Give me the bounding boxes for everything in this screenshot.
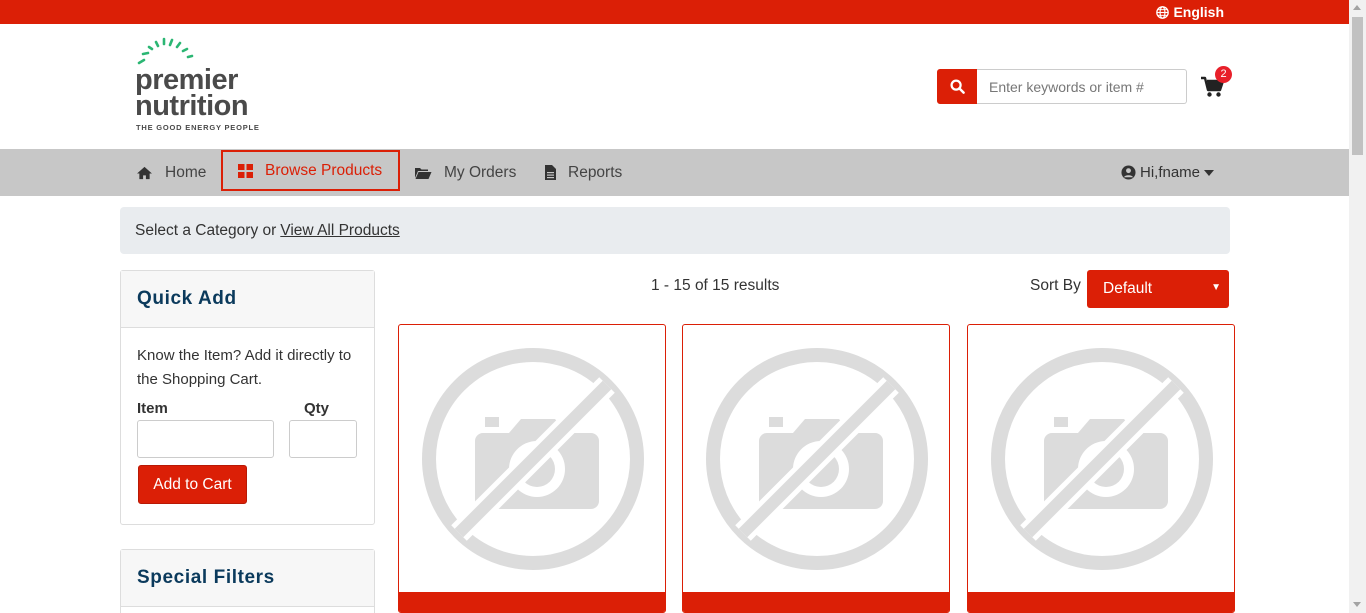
special-filters-panel: Special Filters (120, 549, 375, 613)
main-nav: Home Browse Products My Orders Reports H… (0, 149, 1349, 196)
product-card-footer (968, 592, 1234, 612)
results-count: 1 - 15 of 15 results (651, 277, 780, 294)
cart-count-badge: 2 (1215, 66, 1232, 83)
logo-rays-icon (137, 37, 194, 65)
file-icon (545, 165, 556, 180)
view-all-products-link[interactable]: View All Products (280, 222, 399, 240)
sort-label: Sort By (1030, 277, 1081, 294)
top-bar: English (0, 0, 1349, 24)
search-input[interactable] (977, 69, 1187, 104)
product-card-footer (399, 592, 665, 612)
scrollbar-thumb[interactable] (1352, 17, 1363, 155)
no-image-icon (422, 348, 644, 570)
nav-reports-label: Reports (568, 163, 623, 181)
folder-open-icon (415, 167, 432, 179)
nav-browse-products[interactable]: Browse Products (221, 150, 401, 191)
item-label: Item (137, 400, 168, 417)
logo-tagline: THE GOOD ENERGY PEOPLE (136, 123, 260, 132)
quick-add-title: Quick Add (121, 271, 374, 328)
sort-select[interactable]: Default ▼ (1087, 270, 1229, 308)
nav-my-orders[interactable]: My Orders (414, 149, 516, 196)
logo-text-nutrition: nutrition (135, 90, 249, 122)
cart-button[interactable]: 2 (1200, 66, 1236, 102)
scroll-up-icon[interactable] (1353, 5, 1361, 10)
user-greeting: Hi,fname (1140, 164, 1201, 181)
add-to-cart-button[interactable]: Add to Cart (138, 465, 247, 504)
user-circle-icon (1121, 165, 1136, 180)
nav-home-label: Home (165, 163, 207, 181)
user-menu[interactable]: Hi,fname (1121, 149, 1215, 196)
search-icon (949, 79, 965, 94)
quick-add-panel: Quick Add Know the Item? Add it directly… (120, 270, 375, 525)
header: premier nutrition THE GOOD ENERGY PEOPLE… (0, 24, 1349, 149)
search-bar (937, 69, 1187, 104)
home-icon (137, 166, 152, 179)
sort-selected-value: Default (1103, 280, 1153, 297)
globe-icon (1156, 5, 1170, 19)
product-card-footer (683, 592, 949, 612)
language-label: English (1173, 4, 1224, 20)
no-image-icon (991, 348, 1213, 570)
nav-browse-products-label: Browse Products (265, 161, 383, 179)
special-filters-title[interactable]: Special Filters (121, 550, 374, 607)
category-breadcrumb: Select a Category or View All Products (120, 207, 1230, 254)
product-card[interactable] (967, 324, 1235, 613)
nav-my-orders-label: My Orders (444, 163, 517, 181)
product-card[interactable] (682, 324, 950, 613)
caret-down-icon (1204, 169, 1215, 176)
quick-add-description: Know the Item? Add it directly to the Sh… (137, 347, 352, 388)
nav-home[interactable]: Home (136, 149, 206, 196)
brand-logo[interactable]: premier nutrition THE GOOD ENERGY PEOPLE (135, 36, 275, 136)
qty-label: Qty (304, 400, 330, 417)
scroll-down-icon[interactable] (1353, 602, 1361, 607)
search-button[interactable] (937, 69, 977, 104)
item-input[interactable] (137, 420, 274, 458)
caret-down-icon: ▼ (1211, 282, 1221, 293)
language-selector[interactable]: English (1156, 4, 1224, 20)
breadcrumb-prefix: Select a Category or (135, 221, 277, 239)
qty-input[interactable] (289, 420, 357, 458)
page-scrollbar[interactable] (1349, 0, 1366, 613)
product-card[interactable] (398, 324, 666, 613)
no-image-icon (706, 348, 928, 570)
grid-icon (238, 163, 253, 178)
nav-reports[interactable]: Reports (545, 149, 622, 196)
